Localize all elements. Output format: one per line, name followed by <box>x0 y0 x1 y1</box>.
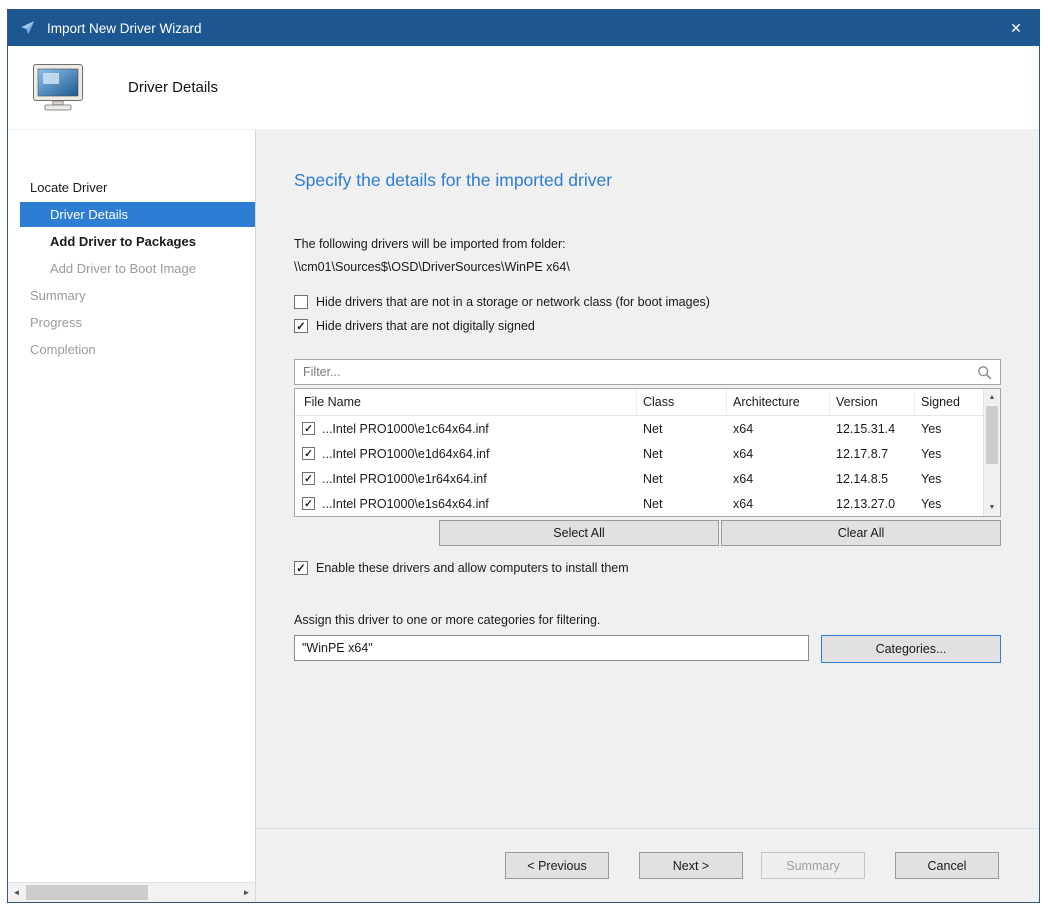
close-icon[interactable]: ✕ <box>993 10 1039 46</box>
row-checkbox[interactable] <box>302 422 315 435</box>
cell-file-name: ...Intel PRO1000\e1r64x64.inf <box>322 472 487 486</box>
table-row[interactable]: ...Intel PRO1000\e1r64x64.inf Net x64 12… <box>295 466 983 491</box>
cell-version: 12.13.27.0 <box>830 497 915 511</box>
cell-class: Net <box>637 422 727 436</box>
wizard-window: Import New Driver Wizard ✕ Driver Detail… <box>7 9 1040 903</box>
table-row[interactable]: ...Intel PRO1000\e1c64x64.inf Net x64 12… <box>295 416 983 441</box>
cell-version: 12.14.8.5 <box>830 472 915 486</box>
cell-architecture: x64 <box>727 447 830 461</box>
clear-all-button[interactable]: Clear All <box>721 520 1001 546</box>
titlebar[interactable]: Import New Driver Wizard ✕ <box>8 10 1039 46</box>
hide-storage-network-checkbox[interactable] <box>294 295 308 309</box>
column-header-architecture[interactable]: Architecture <box>727 389 830 415</box>
sidebar-item-summary: Summary <box>8 282 255 309</box>
cell-signed: Yes <box>915 497 983 511</box>
next-button[interactable]: Next > <box>639 852 743 879</box>
sidebar-item-driver-details[interactable]: Driver Details <box>20 202 255 227</box>
column-header-file-name[interactable]: File Name <box>295 389 637 415</box>
enable-drivers-checkbox[interactable] <box>294 561 308 575</box>
sidebar-horizontal-scrollbar[interactable]: ◄ ► <box>8 882 255 902</box>
hide-storage-network-checkbox-row[interactable]: Hide drivers that are not in a storage o… <box>294 295 1001 309</box>
driver-list-header: File Name Class Architecture Version Sig… <box>295 389 983 416</box>
scroll-right-icon[interactable]: ► <box>238 883 255 902</box>
scroll-down-icon[interactable]: ▼ <box>984 500 1000 515</box>
driver-list: File Name Class Architecture Version Sig… <box>294 388 1001 517</box>
cell-class: Net <box>637 447 727 461</box>
hide-storage-network-label: Hide drivers that are not in a storage o… <box>316 295 710 309</box>
horizontal-scrollbar-thumb[interactable] <box>26 885 148 900</box>
categories-button[interactable]: Categories... <box>821 635 1001 663</box>
hide-unsigned-label: Hide drivers that are not digitally sign… <box>316 319 535 333</box>
column-header-class[interactable]: Class <box>637 389 727 415</box>
cell-signed: Yes <box>915 472 983 486</box>
cell-signed: Yes <box>915 422 983 436</box>
driver-list-vertical-scrollbar[interactable]: ▲ ▼ <box>983 389 1000 516</box>
wizard-footer: < Previous Next > Summary Cancel <box>256 828 1039 902</box>
driver-details-page: Specify the details for the imported dri… <box>256 130 1039 902</box>
enable-drivers-label: Enable these drivers and allow computers… <box>316 561 629 575</box>
enable-drivers-checkbox-row[interactable]: Enable these drivers and allow computers… <box>294 561 1001 575</box>
wizard-body: Locate Driver Driver Details Add Driver … <box>8 130 1039 902</box>
page-heading: Specify the details for the imported dri… <box>294 170 1001 191</box>
summary-button: Summary <box>761 852 865 879</box>
scroll-left-icon[interactable]: ◄ <box>8 883 25 902</box>
sidebar-item-add-driver-to-boot-image: Add Driver to Boot Image <box>8 255 255 282</box>
table-row[interactable]: ...Intel PRO1000\e1d64x64.inf Net x64 12… <box>295 441 983 466</box>
cell-signed: Yes <box>915 447 983 461</box>
cell-file-name: ...Intel PRO1000\e1d64x64.inf <box>322 447 489 461</box>
computer-icon <box>32 63 86 113</box>
wizard-icon <box>18 18 38 38</box>
cell-class: Net <box>637 497 727 511</box>
table-row[interactable]: ...Intel PRO1000\e1s64x64.inf Net x64 12… <box>295 491 983 516</box>
row-checkbox[interactable] <box>302 497 315 510</box>
row-checkbox[interactable] <box>302 472 315 485</box>
previous-button[interactable]: < Previous <box>505 852 609 879</box>
row-checkbox[interactable] <box>302 447 315 460</box>
category-note: Assign this driver to one or more catego… <box>294 613 1001 627</box>
wizard-steps-sidebar: Locate Driver Driver Details Add Driver … <box>8 130 256 902</box>
wizard-header: Driver Details <box>8 46 1039 130</box>
search-icon <box>977 365 992 380</box>
cell-class: Net <box>637 472 727 486</box>
sidebar-item-add-driver-to-packages[interactable]: Add Driver to Packages <box>8 228 255 255</box>
import-folder-note: The following drivers will be imported f… <box>294 237 1001 251</box>
column-header-version[interactable]: Version <box>830 389 915 415</box>
cell-version: 12.15.31.4 <box>830 422 915 436</box>
select-all-button[interactable]: Select All <box>439 520 719 546</box>
cancel-button[interactable]: Cancel <box>895 852 999 879</box>
column-header-signed[interactable]: Signed <box>915 389 983 415</box>
import-folder-path: \\cm01\Sources$\OSD\DriverSources\WinPE … <box>294 260 1001 274</box>
page-title: Driver Details <box>128 79 218 96</box>
sidebar-item-locate-driver[interactable]: Locate Driver <box>8 174 255 201</box>
selection-buttons-row: Select All Clear All <box>294 520 1001 546</box>
cell-version: 12.17.8.7 <box>830 447 915 461</box>
cell-architecture: x64 <box>727 472 830 486</box>
cell-architecture: x64 <box>727 422 830 436</box>
scroll-up-icon[interactable]: ▲ <box>984 390 1000 405</box>
category-row: Categories... <box>294 635 1001 663</box>
category-input[interactable] <box>294 635 809 661</box>
cell-file-name: ...Intel PRO1000\e1s64x64.inf <box>322 497 489 511</box>
filter-box <box>294 359 1001 385</box>
vertical-scrollbar-thumb[interactable] <box>986 406 998 464</box>
hide-unsigned-checkbox-row[interactable]: Hide drivers that are not digitally sign… <box>294 319 1001 333</box>
filter-input[interactable] <box>303 365 977 379</box>
hide-unsigned-checkbox[interactable] <box>294 319 308 333</box>
window-title: Import New Driver Wizard <box>47 21 993 36</box>
cell-file-name: ...Intel PRO1000\e1c64x64.inf <box>322 422 489 436</box>
sidebar-item-completion: Completion <box>8 336 255 363</box>
sidebar-item-progress: Progress <box>8 309 255 336</box>
cell-architecture: x64 <box>727 497 830 511</box>
